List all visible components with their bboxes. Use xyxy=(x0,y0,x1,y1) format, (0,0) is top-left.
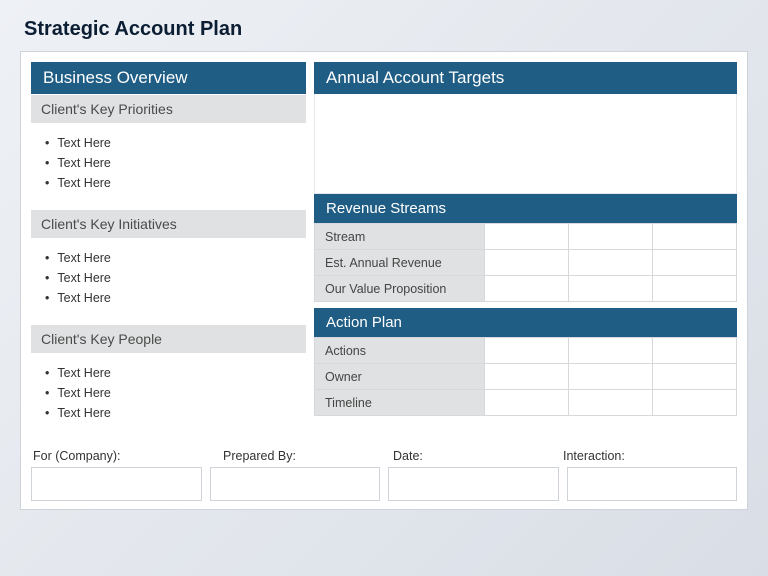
list-item: Text Here xyxy=(45,133,300,153)
action-header: Action Plan xyxy=(314,308,737,337)
people-header: Client's Key People xyxy=(31,324,306,353)
row-label: Owner xyxy=(315,364,485,390)
page-title: Strategic Account Plan xyxy=(24,18,748,41)
list-item: Text Here xyxy=(45,173,300,193)
meta-prepared-box xyxy=(210,467,381,501)
targets-header: Annual Account Targets xyxy=(314,62,737,94)
revenue-table: Stream Est. Annual Revenue Our Value Pro… xyxy=(314,223,737,302)
table-row: Owner xyxy=(315,364,737,390)
row-label: Stream xyxy=(315,224,485,250)
table-row: Timeline xyxy=(315,390,737,416)
initiatives-list: Text Here Text Here Text Here xyxy=(31,238,306,324)
row-label: Actions xyxy=(315,338,485,364)
cell xyxy=(485,250,569,276)
row-label: Timeline xyxy=(315,390,485,416)
people-list: Text Here Text Here Text Here xyxy=(31,353,306,439)
business-overview-header: Business Overview xyxy=(31,62,306,94)
cell xyxy=(485,276,569,302)
list-item: Text Here xyxy=(45,153,300,173)
cell xyxy=(653,364,737,390)
list-item: Text Here xyxy=(45,363,300,383)
row-label: Est. Annual Revenue xyxy=(315,250,485,276)
cell xyxy=(653,250,737,276)
table-row: Our Value Proposition xyxy=(315,276,737,302)
list-item: Text Here xyxy=(45,403,300,423)
list-item: Text Here xyxy=(45,288,300,308)
cell xyxy=(485,224,569,250)
meta-interaction-box xyxy=(567,467,738,501)
targets-blank-area xyxy=(314,94,737,194)
meta-prepared-label: Prepared By: xyxy=(223,449,393,463)
list-item: Text Here xyxy=(45,268,300,288)
priorities-header: Client's Key Priorities xyxy=(31,94,306,123)
meta-interaction-label: Interaction: xyxy=(563,449,735,463)
cell xyxy=(569,390,653,416)
cell xyxy=(569,338,653,364)
cell xyxy=(653,276,737,302)
action-table: Actions Owner Timeline xyxy=(314,337,737,416)
cell xyxy=(569,224,653,250)
row-label: Our Value Proposition xyxy=(315,276,485,302)
cell xyxy=(653,338,737,364)
list-item: Text Here xyxy=(45,383,300,403)
cell xyxy=(653,224,737,250)
table-row: Stream xyxy=(315,224,737,250)
meta-date-box xyxy=(388,467,559,501)
cell xyxy=(485,338,569,364)
cell xyxy=(569,250,653,276)
cell xyxy=(569,276,653,302)
initiatives-header: Client's Key Initiatives xyxy=(31,209,306,238)
meta-company-label: For (Company): xyxy=(33,449,223,463)
business-overview-column: Business Overview Client's Key Prioritie… xyxy=(31,62,306,439)
meta-company-box xyxy=(31,467,202,501)
meta-date-label: Date: xyxy=(393,449,563,463)
revenue-header: Revenue Streams xyxy=(314,194,737,223)
table-row: Actions xyxy=(315,338,737,364)
cell xyxy=(653,390,737,416)
list-item: Text Here xyxy=(45,248,300,268)
cell xyxy=(485,364,569,390)
content-panel: Business Overview Client's Key Prioritie… xyxy=(20,51,748,510)
cell xyxy=(485,390,569,416)
right-column: Annual Account Targets Revenue Streams S… xyxy=(314,62,737,439)
meta-section: For (Company): Prepared By: Date: Intera… xyxy=(31,449,737,501)
table-row: Est. Annual Revenue xyxy=(315,250,737,276)
cell xyxy=(569,364,653,390)
priorities-list: Text Here Text Here Text Here xyxy=(31,123,306,209)
